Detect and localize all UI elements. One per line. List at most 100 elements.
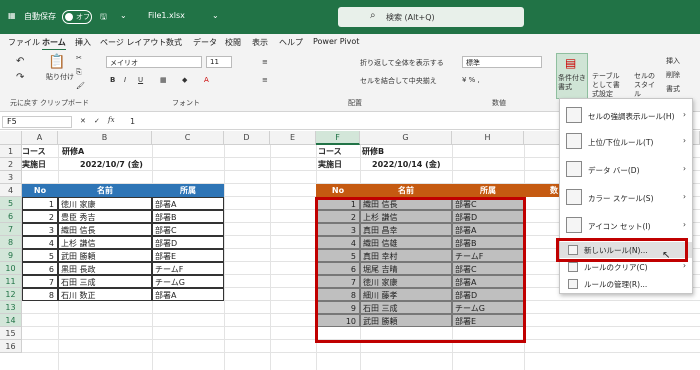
file-menu-chevron-icon[interactable]: ⌄ — [212, 11, 219, 20]
table-cell[interactable]: 織田 信長 — [58, 223, 152, 236]
insert-cells-button[interactable]: 挿入 — [666, 56, 680, 66]
table-cell[interactable]: 6 — [22, 262, 58, 275]
table-cell[interactable]: 武田 勝頼 — [58, 249, 152, 262]
table-cell[interactable]: 7 — [22, 275, 58, 288]
cut-icon[interactable]: ✂ — [76, 54, 82, 62]
menu-icon-sets[interactable]: アイコン セット(I) › — [560, 212, 692, 238]
tab-file[interactable]: ファイル — [8, 37, 40, 48]
autosave-toggle[interactable]: オフ — [62, 10, 92, 24]
table-cell[interactable]: 5 — [22, 249, 58, 262]
customize-icon[interactable]: ⌄ — [120, 11, 127, 20]
menu-top-bottom-rules[interactable]: 上位/下位ルール(T) › — [560, 128, 692, 154]
row-header[interactable]: 7 — [0, 223, 22, 236]
currency-icon[interactable]: ¥ % , — [462, 76, 480, 84]
cell-course-label[interactable]: コース — [318, 145, 358, 158]
paste-icon[interactable]: 📋 — [48, 54, 65, 70]
search-box[interactable]: ⌕ 検索 (Alt+Q) — [338, 7, 524, 27]
tab-data[interactable]: データ — [193, 37, 217, 48]
row-header[interactable]: 2 — [0, 158, 22, 171]
row-header[interactable]: 15 — [0, 327, 22, 340]
menu-data-bars[interactable]: データ バー(D) › — [560, 156, 692, 182]
table-cell[interactable]: チームG — [152, 275, 224, 288]
row-header[interactable]: 10 — [0, 262, 22, 275]
tab-insert[interactable]: 挿入 — [75, 37, 91, 48]
menu-manage-rules[interactable]: ルールの管理(R)... — [560, 276, 692, 292]
italic-icon[interactable]: I — [124, 76, 126, 84]
row-header[interactable]: 12 — [0, 288, 22, 301]
row-header[interactable]: 3 — [0, 171, 22, 184]
table-cell[interactable]: 部署D — [152, 236, 224, 249]
format-cells-button[interactable]: 書式 — [666, 84, 680, 94]
cell-styles-button[interactable]: セルのスタイル — [634, 72, 660, 99]
align-left-icon[interactable]: ≡ — [262, 76, 268, 84]
font-size-select[interactable]: 11 — [206, 56, 232, 68]
underline-icon[interactable]: U — [138, 76, 143, 84]
tab-power-pivot[interactable]: Power Pivot — [313, 37, 359, 46]
menu-highlight-rules[interactable]: セルの強調表示ルール(H) › — [560, 102, 692, 128]
function-icon[interactable]: fx — [108, 116, 115, 124]
format-painter-icon[interactable]: 🖌 — [76, 82, 85, 90]
col-header-e[interactable]: E — [270, 131, 316, 145]
wrap-text-button[interactable]: 折り返して全体を表示する — [360, 58, 444, 68]
paste-label[interactable]: 貼り付け — [46, 72, 74, 82]
row-header[interactable]: 9 — [0, 249, 22, 262]
table-cell[interactable]: 石田 三成 — [58, 275, 152, 288]
tab-formulas[interactable]: 数式 — [166, 37, 182, 48]
table-cell[interactable]: チームF — [152, 262, 224, 275]
table-cell[interactable]: 豊臣 秀吉 — [58, 210, 152, 223]
row-header[interactable]: 16 — [0, 340, 22, 353]
copy-icon[interactable]: ⎘ — [76, 68, 82, 77]
cell-course-value[interactable]: 研修A — [62, 145, 142, 158]
table-cell[interactable]: 部署A — [152, 197, 224, 210]
tab-home[interactable]: ホーム — [42, 37, 66, 51]
table-cell[interactable]: 部署A — [152, 288, 224, 301]
tab-help[interactable]: ヘルプ — [279, 37, 303, 48]
table-cell[interactable]: 徳川 家康 — [58, 197, 152, 210]
table-cell[interactable]: 8 — [22, 288, 58, 301]
table-header[interactable]: 所属 — [452, 184, 524, 197]
row-header[interactable]: 1 — [0, 145, 22, 158]
cell-course-label[interactable]: コース — [22, 145, 62, 158]
table-cell[interactable]: 部署B — [152, 210, 224, 223]
table-header[interactable]: 所属 — [152, 184, 224, 197]
tab-review[interactable]: 校閲 — [225, 37, 241, 48]
align-top-icon[interactable]: ≡ — [262, 58, 268, 66]
col-header-g[interactable]: G — [360, 131, 452, 145]
conditional-formatting-button[interactable]: ▤ 条件付き書式 — [556, 53, 588, 99]
enter-icon[interactable]: ✓ — [94, 117, 100, 125]
row-header[interactable]: 14 — [0, 314, 22, 327]
save-icon[interactable]: 🖫 — [100, 11, 107, 25]
row-header[interactable]: 4 — [0, 184, 22, 197]
col-header-d[interactable]: D — [224, 131, 270, 145]
border-icon[interactable]: ▦ — [160, 76, 167, 84]
font-name-select[interactable]: メイリオ — [106, 56, 202, 68]
row-header[interactable]: 6 — [0, 210, 22, 223]
table-header[interactable]: No — [22, 184, 58, 197]
merge-center-button[interactable]: セルを結合して中央揃え — [360, 76, 437, 86]
table-cell[interactable]: 1 — [22, 197, 58, 210]
cell-date-label[interactable]: 実施日 — [22, 158, 62, 171]
cell-course-value[interactable]: 研修B — [362, 145, 442, 158]
formula-input[interactable]: 1 — [130, 117, 135, 126]
table-cell[interactable]: 石川 数正 — [58, 288, 152, 301]
cell-date-value[interactable]: 2022/10/7 (金) — [80, 158, 160, 171]
table-header[interactable]: 名前 — [360, 184, 452, 197]
undo-icon[interactable]: ↶ — [16, 56, 24, 67]
row-header[interactable]: 13 — [0, 301, 22, 314]
name-box[interactable]: F5 — [2, 116, 72, 128]
tab-page-layout[interactable]: ページ レイアウト — [100, 37, 166, 48]
table-header[interactable]: No — [316, 184, 360, 197]
table-header[interactable]: 名前 — [58, 184, 152, 197]
row-header[interactable]: 11 — [0, 275, 22, 288]
table-cell[interactable]: 4 — [22, 236, 58, 249]
col-header-f[interactable]: F — [316, 131, 360, 145]
table-cell[interactable]: 2 — [22, 210, 58, 223]
cancel-icon[interactable]: ✕ — [80, 117, 86, 125]
number-format-select[interactable]: 標準 — [462, 56, 542, 68]
menu-color-scales[interactable]: カラー スケール(S) › — [560, 184, 692, 210]
row-header[interactable]: 8 — [0, 236, 22, 249]
tab-view[interactable]: 表示 — [252, 37, 268, 48]
col-header-b[interactable]: B — [58, 131, 152, 145]
table-cell[interactable]: 3 — [22, 223, 58, 236]
row-header[interactable]: 5 — [0, 197, 22, 210]
